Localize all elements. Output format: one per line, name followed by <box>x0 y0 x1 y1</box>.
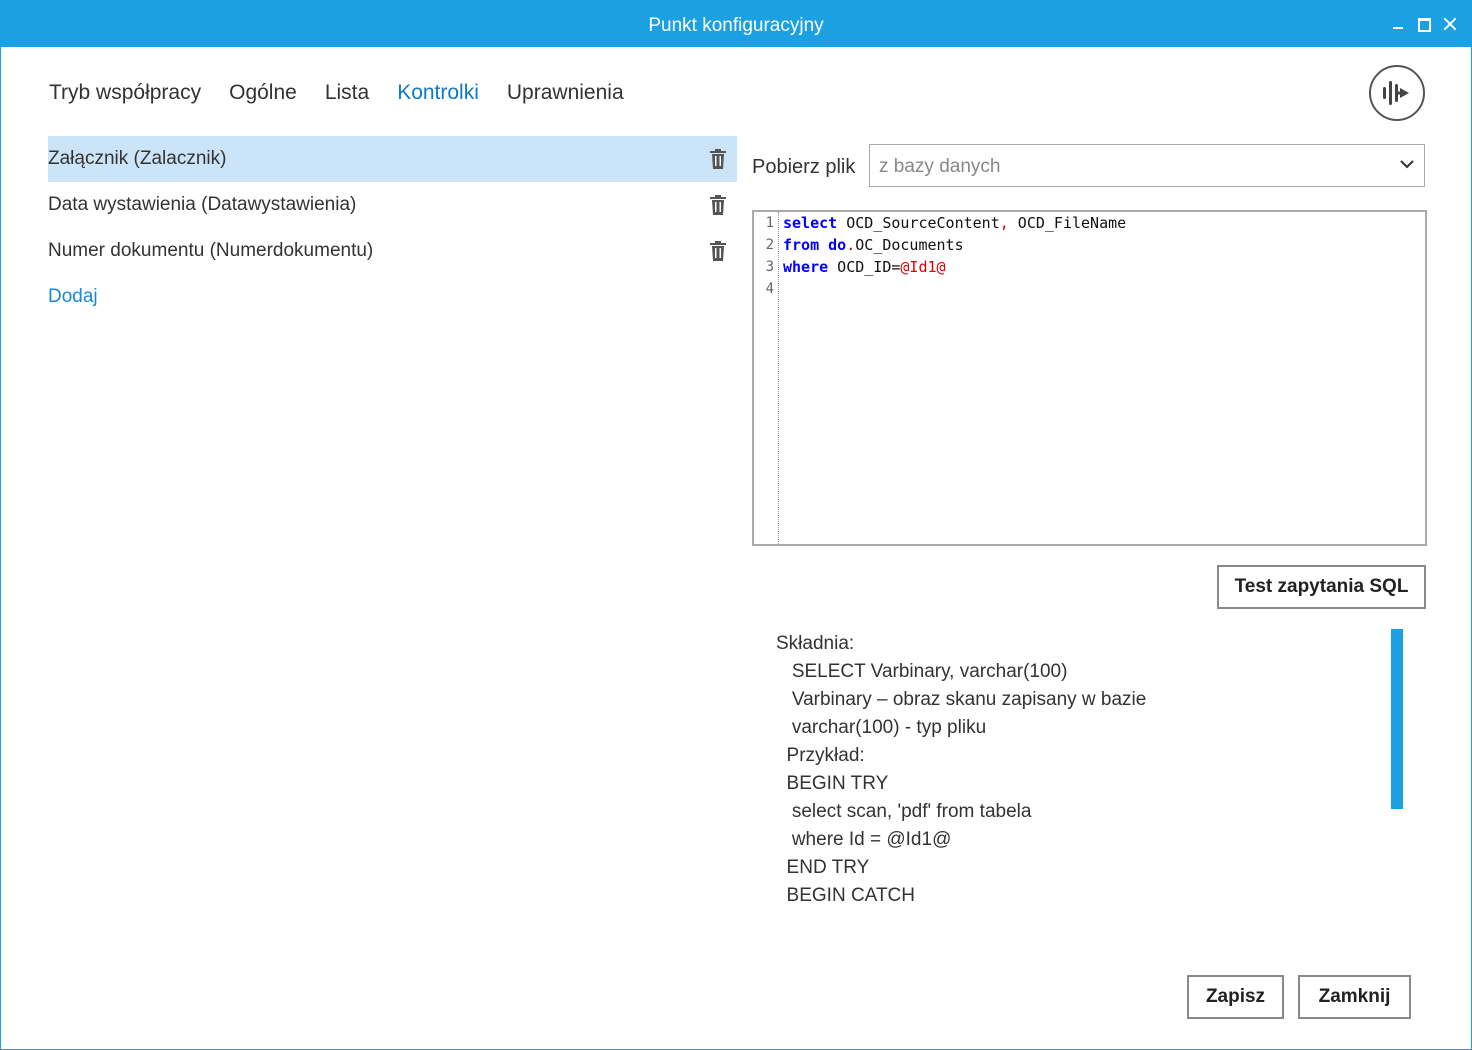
window-title: Punkt konfiguracyjny <box>648 15 824 36</box>
save-button[interactable]: Zapisz <box>1187 975 1284 1019</box>
help-line: SELECT Varbinary, varchar(100) <box>776 661 1068 682</box>
line-number: 1 <box>765 215 774 231</box>
line-number: 3 <box>765 259 774 275</box>
chevron-down-icon <box>1400 160 1414 169</box>
source-select-value: z bazy danych <box>879 156 1001 177</box>
maximize-icon[interactable] <box>1417 17 1431 32</box>
sql-punctuation: , <box>999 214 1009 232</box>
controls-list: Załącznik (Zalacznik) Data wystawienia (… <box>48 136 737 320</box>
sql-keyword: where <box>783 258 829 276</box>
help-line: Varbinary – obraz skanu zapisany w bazie <box>776 689 1147 710</box>
source-label: Pobierz plik <box>752 156 856 178</box>
close-button[interactable]: Zamknij <box>1298 975 1411 1019</box>
help-line: BEGIN TRY <box>776 773 889 794</box>
line-number-gutter: 1 2 3 4 <box>754 212 779 544</box>
help-line: varchar(100) - typ pliku <box>776 717 987 738</box>
tab-lista[interactable]: Lista <box>325 81 369 105</box>
sql-keyword: from <box>783 236 820 254</box>
sql-punctuation: . <box>846 236 856 254</box>
sql-keyword: select <box>783 214 838 232</box>
add-control-link[interactable]: Dodaj <box>48 274 737 320</box>
tab-kontrolki[interactable]: Kontrolki <box>397 81 479 105</box>
help-line: END TRY <box>776 857 870 878</box>
tab-bar: Tryb współpracy Ogólne Lista Kontrolki U… <box>49 81 624 105</box>
run-action-icon[interactable] <box>1369 65 1425 121</box>
tab-ogolne[interactable]: Ogólne <box>229 81 297 105</box>
sql-parameter: @Id1@ <box>900 258 946 276</box>
help-line: where Id = @Id1@ <box>776 829 952 850</box>
window-controls <box>1391 17 1457 32</box>
sql-editor[interactable]: 1 2 3 4 select OCD_SourceContent, OCD_Fi… <box>752 210 1427 546</box>
sql-text: OCD_FileName <box>1008 214 1127 232</box>
code-line: where OCD_ID=@Id1@ <box>783 256 1126 278</box>
help-line: BEGIN CATCH <box>776 885 915 906</box>
help-line: select scan, 'pdf' from tabela <box>776 801 1032 822</box>
sql-text: OCD_ID= <box>828 258 901 276</box>
control-label: Data wystawienia (Datawystawienia) <box>48 194 357 215</box>
help-scrollbar[interactable] <box>1391 629 1403 809</box>
close-icon[interactable] <box>1443 17 1457 31</box>
sql-text: OC_Documents <box>855 236 964 254</box>
code-line: from do.OC_Documents <box>783 234 1126 256</box>
list-item[interactable]: Załącznik (Zalacznik) <box>48 136 737 182</box>
list-item[interactable]: Numer dokumentu (Numerdokumentu) <box>48 228 737 274</box>
trash-icon[interactable] <box>709 195 727 215</box>
trash-icon[interactable] <box>709 241 727 261</box>
config-window: Punkt konfiguracyjny Tryb współpracy Ogó… <box>0 0 1472 1050</box>
trash-icon[interactable] <box>709 149 727 169</box>
tab-uprawnienia[interactable]: Uprawnienia <box>507 81 624 105</box>
minimize-icon[interactable] <box>1391 17 1405 31</box>
tab-tryb-wspolpracy[interactable]: Tryb współpracy <box>49 81 201 105</box>
control-label: Numer dokumentu (Numerdokumentu) <box>48 240 374 261</box>
test-sql-button[interactable]: Test zapytania SQL <box>1217 565 1426 609</box>
title-bar: Punkt konfiguracyjny <box>1 1 1471 47</box>
code-area: select OCD_SourceContent, OCD_FileName f… <box>783 212 1126 300</box>
syntax-help: Składnia: SELECT Varbinary, varchar(100)… <box>776 630 1376 910</box>
line-number: 4 <box>765 281 774 297</box>
help-line: Przykład: <box>776 745 865 766</box>
line-number: 2 <box>765 237 774 253</box>
sql-text: OCD_SourceContent <box>837 214 1000 232</box>
help-line: Składnia: <box>776 633 855 654</box>
code-line: select OCD_SourceContent, OCD_FileName <box>783 212 1126 234</box>
control-label: Załącznik (Zalacznik) <box>48 148 227 169</box>
sql-keyword: do <box>819 236 847 254</box>
list-item[interactable]: Data wystawienia (Datawystawienia) <box>48 182 737 228</box>
source-select[interactable]: z bazy danych <box>869 144 1425 187</box>
